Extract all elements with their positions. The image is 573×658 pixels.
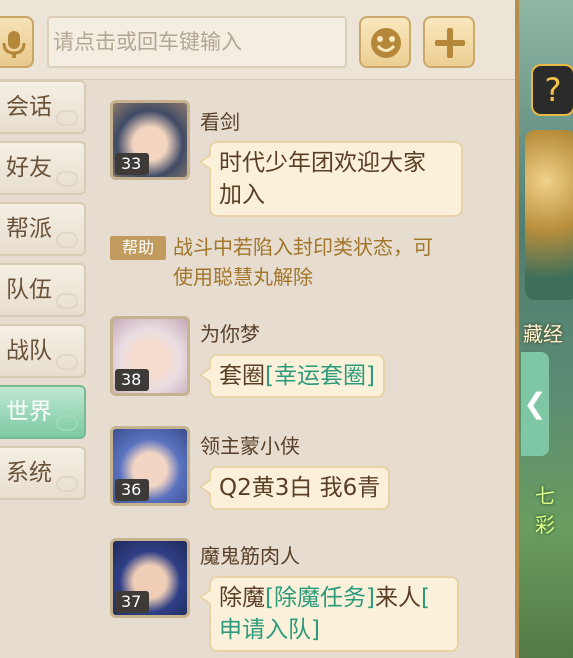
- tab-label: 队伍: [6, 277, 52, 303]
- collapse-chat-button[interactable]: ❮: [521, 352, 549, 456]
- question-mark-icon[interactable]: ?: [531, 64, 573, 116]
- sender-name[interactable]: 看剑: [200, 106, 240, 135]
- sender-name[interactable]: 为你梦: [200, 318, 260, 347]
- message-text: 时代少年团欢迎大家: [219, 150, 426, 176]
- microphone-icon: [2, 31, 26, 58]
- tab-label: 系统: [6, 460, 52, 486]
- item-link[interactable]: [幸运套圈]: [265, 363, 375, 389]
- join-team-link[interactable]: 申请入队]: [219, 617, 320, 643]
- smiley-icon: [371, 28, 401, 58]
- scene-label: 七彩: [535, 484, 555, 537]
- help-tip: 战斗中若陷入封印类状态，可 使用聪慧丸解除: [173, 232, 493, 292]
- avatar[interactable]: 33: [110, 100, 190, 180]
- cloud-decoration-icon: [56, 354, 78, 370]
- tab-session[interactable]: 会话: [0, 80, 86, 134]
- emoji-button[interactable]: [359, 16, 411, 68]
- message-bubble: 除魔[除魔任务]来人[ 申请入队]: [199, 576, 459, 652]
- help-line: 使用聪慧丸解除: [173, 265, 313, 289]
- tab-label: 帮派: [6, 216, 52, 242]
- cloud-decoration-icon: [56, 476, 78, 492]
- avatar[interactable]: 37: [110, 538, 190, 618]
- message-text: 来人: [374, 585, 421, 611]
- chat-input-bar: 请点击或回车键输入: [0, 0, 515, 80]
- tab-team[interactable]: 队伍: [0, 263, 86, 317]
- tab-squad[interactable]: 战队: [0, 324, 86, 378]
- level-badge: 37: [115, 591, 149, 613]
- tab-friends[interactable]: 好友: [0, 141, 86, 195]
- message-text: Q2黄3白 我6青: [219, 475, 381, 501]
- tab-label: 会话: [6, 94, 52, 120]
- tab-guild[interactable]: 帮派: [0, 202, 86, 256]
- help-line: 战斗中若陷入封印类状态，可: [173, 235, 433, 259]
- chevron-left-icon: ❮: [523, 387, 547, 420]
- sender-name[interactable]: 领主蒙小侠: [200, 430, 300, 459]
- tab-world[interactable]: 世界: [0, 385, 86, 439]
- tab-label: 好友: [6, 155, 52, 181]
- message-text: 套圈: [219, 363, 265, 389]
- cloud-decoration-icon: [56, 293, 78, 309]
- sender-name[interactable]: 魔鬼筋肉人: [200, 540, 300, 569]
- level-badge: 36: [115, 479, 149, 501]
- join-team-link-start[interactable]: [: [421, 585, 430, 611]
- more-button[interactable]: [423, 16, 475, 68]
- message-text: 除魔: [219, 585, 265, 611]
- tab-label: 战队: [6, 338, 52, 364]
- message-text: 加入: [219, 182, 265, 208]
- message-bubble: Q2黄3白 我6青: [198, 466, 391, 510]
- voice-button[interactable]: [0, 16, 34, 68]
- cloud-decoration-icon: [56, 171, 78, 187]
- quest-link[interactable]: [除魔任务]: [265, 585, 375, 611]
- cloud-decoration-icon: [56, 110, 78, 126]
- chat-input[interactable]: 请点击或回车键输入: [47, 16, 347, 68]
- tab-label: 世界: [6, 399, 52, 425]
- help-badge: 帮助: [110, 236, 166, 260]
- message-bubble: 套圈[幸运套圈]: [199, 354, 385, 398]
- tab-system[interactable]: 系统: [0, 446, 86, 500]
- plus-icon: [435, 28, 465, 58]
- cloud-decoration-icon: [56, 415, 78, 431]
- level-badge: 38: [115, 369, 149, 391]
- cloud-decoration-icon: [56, 232, 78, 248]
- avatar[interactable]: 36: [110, 426, 190, 506]
- avatar[interactable]: 38: [110, 316, 190, 396]
- message-bubble: 时代少年团欢迎大家 加入: [199, 141, 463, 217]
- level-badge: 33: [115, 153, 149, 175]
- character-artwork: [525, 130, 573, 300]
- game-scene-strip: ? 藏经阁 ❮ 七彩: [515, 0, 573, 658]
